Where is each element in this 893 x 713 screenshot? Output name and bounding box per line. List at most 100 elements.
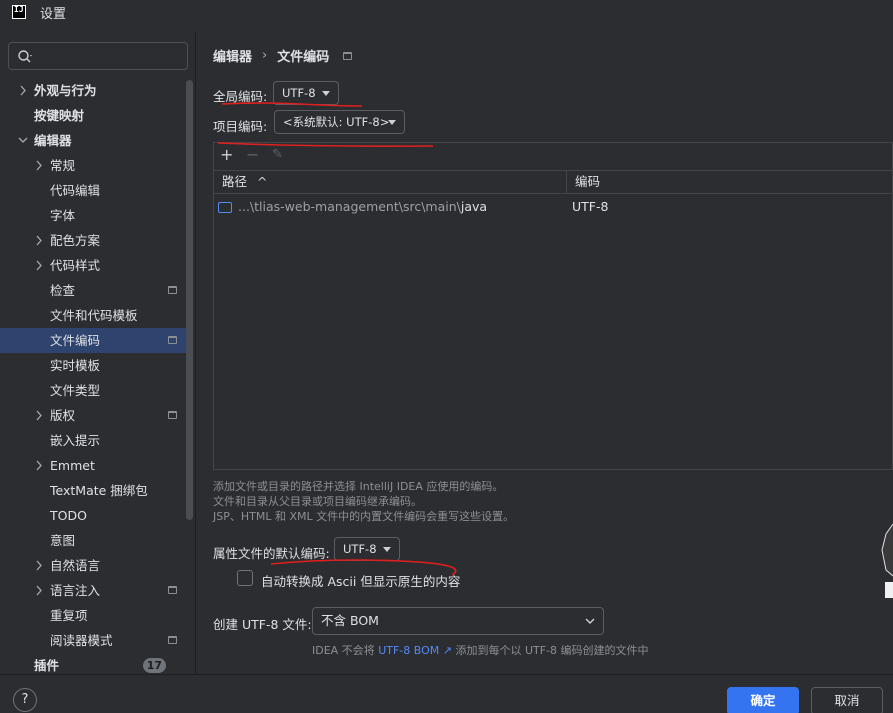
sidebar-item-label: 文件编码 (50, 333, 101, 348)
project-encoding-select[interactable]: <系统默认: UTF-8> (274, 110, 405, 134)
hint-line-3: JSP、HTML 和 XML 文件中的内置文件编码会重写这些设置。 (213, 510, 515, 523)
dialog-footer: ? 确定 取消 (0, 674, 893, 713)
sidebar-item-label: 自然语言 (50, 558, 101, 573)
sidebar-item-label: 代码样式 (50, 258, 101, 273)
settings-sidebar: 外观与行为按键映射编辑器常规代码编辑字体配色方案代码样式检查文件和代码模板 文件编… (0, 32, 196, 674)
sidebar-item[interactable]: 重复项 (0, 603, 186, 628)
project-level-icon (343, 51, 353, 60)
ascii-checkbox[interactable] (237, 570, 253, 586)
edit-icon[interactable]: ✎ (272, 147, 283, 163)
window-title: 设置 (40, 6, 67, 22)
ok-button[interactable]: 确定 (727, 687, 799, 713)
sidebar-item[interactable]: 外观与行为 (0, 78, 186, 103)
sidebar-item[interactable]: 编辑器 (0, 128, 186, 153)
sidebar-item[interactable]: 实时模板 (0, 353, 186, 378)
sidebar-item[interactable]: Emmet (0, 453, 186, 478)
breadcrumb: 编辑器 › 文件编码 (213, 46, 353, 65)
sidebar-item[interactable]: 版权 (0, 403, 186, 428)
properties-encoding-select[interactable]: UTF-8 (334, 537, 400, 561)
search-icon (18, 50, 32, 63)
bom-select[interactable]: 不含 BOM (312, 607, 604, 635)
sidebar-item-label: 版权 (50, 408, 76, 423)
chevron-right-icon[interactable] (34, 153, 46, 178)
remove-icon[interactable]: − (246, 147, 259, 163)
chevron-down-icon (322, 91, 330, 96)
chevron-right-icon[interactable] (34, 403, 46, 428)
chevron-right-icon[interactable] (34, 553, 46, 578)
sidebar-item[interactable]: 嵌入提示 (0, 428, 186, 453)
table-toolbar: + − ✎ (214, 143, 892, 169)
help-button[interactable]: ? (13, 688, 37, 712)
add-icon[interactable]: + (220, 147, 233, 163)
sidebar-item-label: 按键映射 (34, 108, 85, 123)
sidebar-item-label: 常规 (50, 158, 76, 173)
breadcrumb-parent[interactable]: 编辑器 (213, 46, 252, 65)
chevron-right-icon[interactable] (34, 228, 46, 253)
breadcrumb-current: 文件编码 (277, 50, 330, 65)
sidebar-item-label: 阅读器模式 (50, 633, 113, 648)
sidebar-item-label: 重复项 (50, 608, 88, 623)
sidebar-item[interactable]: 意图 (0, 528, 186, 553)
sidebar-item-label: 实时模板 (50, 358, 101, 373)
cancel-button[interactable]: 取消 (811, 687, 883, 713)
title-bar: IJ 设置 (0, 0, 893, 24)
utf8-bom-link[interactable]: UTF-8 BOM ↗ (378, 644, 452, 657)
chevron-right-icon[interactable] (34, 578, 46, 603)
chevron-right-icon[interactable] (34, 253, 46, 278)
sidebar-item[interactable]: 字体 (0, 203, 186, 228)
sidebar-item-label: Emmet (50, 458, 95, 473)
sidebar-item[interactable]: 文件编码 (0, 328, 186, 353)
sidebar-item[interactable]: 按键映射 (0, 103, 186, 128)
column-header-encoding[interactable]: 编码 (566, 171, 893, 193)
project-level-icon (168, 411, 177, 419)
properties-encoding-value: UTF-8 (343, 542, 377, 556)
sidebar-item[interactable]: 常规 (0, 153, 186, 178)
global-encoding-select[interactable]: UTF-8 (273, 81, 339, 105)
path-cell: ...\tlias-web-management\src\main\java (238, 199, 488, 214)
project-level-icon (168, 586, 177, 594)
sidebar-item[interactable]: 配色方案 (0, 228, 186, 253)
sidebar-item[interactable]: 代码编辑 (0, 178, 186, 203)
sidebar-item[interactable]: 自然语言 (0, 553, 186, 578)
path-encoding-table: + − ✎ 路径 ^ 编码 ...\tlias-web-management\s… (213, 142, 893, 470)
hint-line-1: 添加文件或目录的路径并选择 IntelliJ IDEA 应使用的编码。 (213, 480, 504, 493)
file-encoding-panel: 编辑器 › 文件编码 全局编码: UTF-8 项目编码: <系统默认: UTF-… (197, 32, 893, 674)
sidebar-item[interactable]: 语言注入 (0, 578, 186, 603)
sidebar-item[interactable]: TextMate 捆绑包 (0, 478, 186, 503)
sidebar-item[interactable]: 文件和代码模板 (0, 303, 186, 328)
breadcrumb-separator-icon: › (262, 48, 268, 63)
sidebar-item-label: 嵌入提示 (50, 433, 101, 448)
table-row[interactable]: ...\tlias-web-management\src\main\java U… (214, 195, 892, 219)
sidebar-item[interactable]: 检查 (0, 278, 186, 303)
chevron-right-icon[interactable] (18, 78, 30, 103)
settings-tree: 外观与行为按键映射编辑器常规代码编辑字体配色方案代码样式检查文件和代码模板 文件编… (0, 78, 186, 678)
sidebar-item[interactable]: 代码样式 (0, 253, 186, 278)
sidebar-item-label: 语言注入 (50, 583, 101, 598)
chevron-down-icon (585, 618, 595, 624)
sidebar-item-label: 编辑器 (34, 133, 72, 148)
sidebar-item-label: 检查 (50, 283, 76, 298)
column-header-path[interactable]: 路径 ^ (214, 171, 566, 193)
hint-line-2: 文件和目录从父目录或项目编码继承编码。 (213, 495, 422, 508)
sidebar-item[interactable]: 阅读器模式 (0, 628, 186, 653)
sidebar-item-label: 外观与行为 (34, 83, 97, 98)
sidebar-item-label: 文件和代码模板 (50, 308, 138, 323)
sidebar-item[interactable]: TODO (0, 503, 186, 528)
sidebar-item-label: 配色方案 (50, 233, 101, 248)
sidebar-item-label: 文件类型 (50, 383, 101, 398)
properties-encoding-label: 属性文件的默认编码: (213, 546, 330, 561)
settings-search-input[interactable] (8, 42, 188, 70)
bom-hint: IDEA 不会将 UTF-8 BOM ↗ 添加到每个以 UTF-8 编码创建的文… (312, 644, 649, 657)
project-encoding-value: <系统默认: UTF-8> (283, 115, 390, 129)
sidebar-item-label: 字体 (50, 208, 76, 223)
encoding-cell[interactable]: UTF-8 (572, 195, 608, 219)
sidebar-scrollbar[interactable] (186, 80, 193, 520)
ascii-checkbox-label[interactable]: 自动转换成 Ascii 但显示原生的内容 (261, 571, 460, 590)
chevron-down-icon (388, 120, 396, 125)
chevron-right-icon[interactable] (34, 453, 46, 478)
sidebar-item[interactable]: 文件类型 (0, 378, 186, 403)
global-encoding-value: UTF-8 (282, 86, 316, 100)
project-level-icon (168, 286, 177, 294)
chevron-down-icon[interactable] (18, 128, 30, 153)
sidebar-item-label: 代码编辑 (50, 183, 101, 198)
